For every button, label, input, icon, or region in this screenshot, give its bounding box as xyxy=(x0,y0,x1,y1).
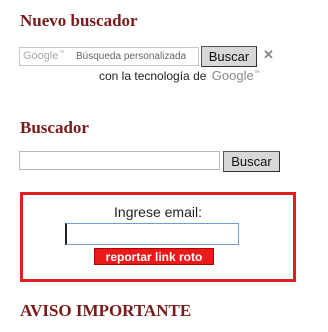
email-input[interactable] xyxy=(65,223,239,245)
buscador-input[interactable] xyxy=(19,151,220,170)
nuevo-buscador-heading: Nuevo buscador xyxy=(20,11,138,30)
custom-search-box[interactable]: Google™ xyxy=(19,47,199,66)
aviso-importante-heading: AVISO IMPORTANTE xyxy=(20,301,192,320)
buscador-search-button[interactable]: Buscar xyxy=(223,151,280,172)
powered-by-google: con la tecnología de Google™ xyxy=(99,68,260,83)
report-broken-link-box: Ingrese email: reportar link roto xyxy=(20,192,296,282)
google-logo: Google™ xyxy=(211,68,260,83)
custom-search-button[interactable]: Buscar xyxy=(201,46,257,67)
buscador-heading: Buscador xyxy=(20,118,89,137)
custom-search-input[interactable] xyxy=(76,49,196,64)
close-icon[interactable]: ✕ xyxy=(263,47,274,63)
powered-by-text: con la tecnología de xyxy=(99,69,207,83)
report-broken-link-button[interactable]: reportar link roto xyxy=(94,248,214,265)
email-label: Ingrese email: xyxy=(114,204,202,220)
google-watermark-logo: Google™ xyxy=(23,50,65,62)
